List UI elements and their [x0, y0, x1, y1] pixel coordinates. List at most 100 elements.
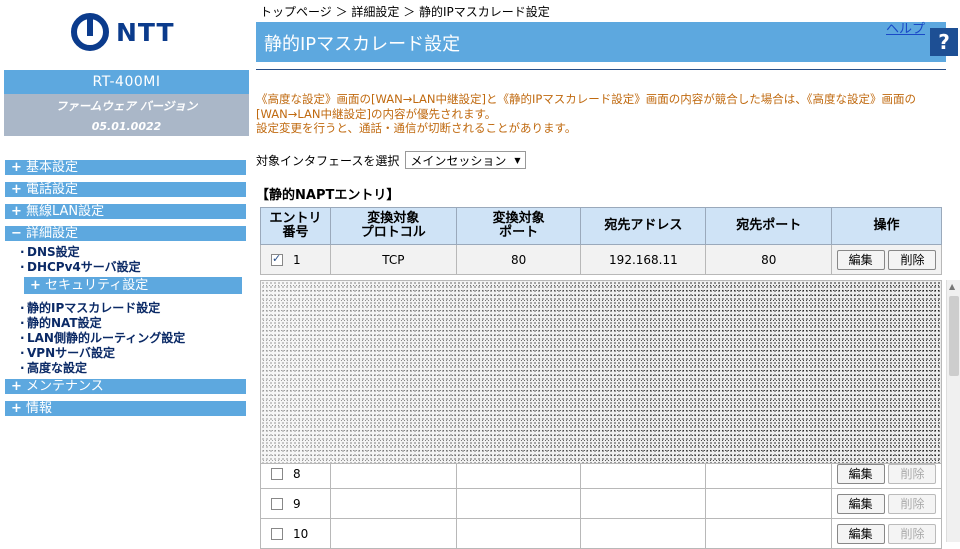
nav-link-static-nat[interactable]: · 静的NAT設定 [20, 316, 102, 330]
nav-info[interactable]: + 情報 [5, 401, 246, 416]
edit-button[interactable]: 編集 [836, 493, 885, 514]
collapse-icon: − [11, 226, 22, 241]
address-cell [580, 488, 707, 519]
dport-cell: 80 [705, 244, 833, 275]
nav-label: 電話設定 [26, 182, 79, 197]
header-entry-number: エントリ 番号 [260, 207, 331, 245]
firmware-info: ファームウェア バージョン 05.01.0022 [4, 94, 249, 136]
entry-checkbox[interactable] [271, 528, 283, 540]
nav-phone-settings[interactable]: + 電話設定 [5, 182, 246, 197]
header-port: 変換対象 ポート [455, 207, 582, 245]
nav-label: 無線LAN設定 [26, 204, 105, 219]
section-title: 【静的NAPTエントリ】 [256, 188, 400, 203]
port-cell [455, 518, 582, 549]
nav-link-label: 高度な設定 [27, 361, 88, 375]
protocol-cell [329, 488, 457, 519]
nav-label: セキュリティ設定 [45, 278, 149, 293]
protocol-cell: TCP [329, 244, 457, 275]
ntt-logo: NTT [70, 12, 175, 52]
notice-line: 設定変更を行うと、通話・通信が切断されることがあります。 [256, 121, 577, 135]
nav-label: メンテナンス [26, 379, 104, 394]
header-destination-address: 宛先アドレス [580, 207, 707, 245]
port-cell [455, 488, 582, 519]
entry-number-cell: 9 [260, 488, 331, 519]
main-content: トップページ ＞ 詳細設定 ＞ 静的IPマスカレード設定 静的IPマスカレード設… [256, 0, 960, 549]
table-row: 9 編集 削除 [260, 488, 942, 519]
entry-checkbox[interactable] [271, 498, 283, 510]
table-row: 1 TCP 80 192.168.11 80 編集 削除 [260, 244, 942, 275]
notice-line: 《高度な設定》画面の[WAN→LAN中継設定]と《静的IPマスカレード設定》画面… [256, 92, 917, 106]
expand-icon: + [11, 204, 22, 219]
notice-line: [WAN→LAN中継設定]の内容が優先されます。 [256, 106, 497, 121]
divider [256, 69, 946, 70]
interface-select[interactable]: メインセッション ▼ [405, 151, 526, 169]
dport-cell [705, 488, 833, 519]
operation-cell: 編集 削除 [831, 488, 942, 519]
expand-icon: + [11, 182, 22, 197]
chevron-down-icon: ▼ [514, 155, 521, 165]
title-bar: 静的IPマスカレード設定 [256, 22, 946, 62]
address-cell: 192.168.11 [580, 244, 707, 275]
entry-number-cell: 1 [260, 244, 331, 275]
vertical-scrollbar[interactable]: ▲ [946, 280, 960, 542]
nav-link-dns[interactable]: · DNS設定 [20, 245, 80, 259]
conflict-notice: 《高度な設定》画面の[WAN→LAN中継設定]と《静的IPマスカレード設定》画面… [256, 92, 946, 136]
breadcrumb: トップページ ＞ 詳細設定 ＞ 静的IPマスカレード設定 [260, 5, 550, 19]
scrollbar-thumb[interactable] [949, 296, 959, 376]
nav-detail-settings[interactable]: − 詳細設定 [5, 226, 246, 241]
entry-checkbox[interactable] [271, 468, 283, 480]
address-cell [580, 518, 707, 549]
page-title: 静的IPマスカレード設定 [264, 34, 461, 55]
device-model: RT-400MI [4, 70, 249, 94]
dport-cell [705, 518, 833, 549]
entry-checkbox[interactable] [271, 252, 283, 266]
header-operation: 操作 [831, 207, 942, 245]
port-cell: 80 [455, 244, 582, 275]
nav-link-static-ip-masquerade[interactable]: · 静的IPマスカレード設定 [20, 301, 160, 315]
firmware-label: ファームウェア バージョン [55, 99, 198, 113]
nav-label: 情報 [26, 401, 53, 416]
nav-label: 詳細設定 [26, 226, 79, 241]
table-row: 10 編集 削除 [260, 518, 942, 549]
header-protocol: 変換対象 プロトコル [329, 207, 457, 245]
interface-selected-value: メインセッション [410, 153, 507, 168]
nav-security-settings[interactable]: + セキュリティ設定 [24, 277, 242, 294]
interface-selector-row: 対象インタフェースを選択 メインセッション ▼ [256, 151, 526, 169]
ntt-logo-icon [71, 13, 109, 51]
nav-basic-settings[interactable]: + 基本設定 [5, 160, 246, 175]
nav-link-label: LAN側静的ルーティング設定 [27, 331, 186, 345]
delete-button-disabled: 削除 [888, 463, 937, 484]
firmware-version: 05.01.0022 [91, 120, 162, 133]
nav-link-label: DNS設定 [27, 245, 80, 259]
sidebar: NTT RT-400MI ファームウェア バージョン 05.01.0022 + 基… [0, 0, 252, 542]
nav-wireless-lan-settings[interactable]: + 無線LAN設定 [5, 204, 246, 219]
edit-button[interactable]: 編集 [836, 463, 885, 484]
header-destination-port: 宛先ポート [705, 207, 833, 245]
nav-link-vpn-server[interactable]: · VPNサーバ設定 [20, 346, 115, 360]
edit-button[interactable]: 編集 [836, 523, 885, 544]
nav-link-label: VPNサーバ設定 [27, 346, 116, 360]
nav-link-label: 静的NAT設定 [27, 316, 102, 330]
scroll-up-icon[interactable]: ▲ [949, 282, 955, 291]
expand-icon: + [11, 160, 22, 175]
nav-link-label: DHCPv4サーバ設定 [27, 260, 141, 274]
protocol-cell [329, 518, 457, 549]
delete-button-disabled: 削除 [888, 523, 937, 544]
help-question-icon[interactable]: ? [930, 28, 958, 56]
nav-maintenance[interactable]: + メンテナンス [5, 379, 246, 394]
nav-link-label: 静的IPマスカレード設定 [27, 301, 161, 315]
expand-icon: + [30, 278, 41, 293]
expand-icon: + [11, 401, 22, 416]
nav-link-dhcpv4[interactable]: · DHCPv4サーバ設定 [20, 260, 141, 274]
logo-wordmark: NTT [116, 17, 175, 47]
entry-number-cell: 10 [260, 518, 331, 549]
delete-button[interactable]: 削除 [888, 249, 937, 270]
delete-button-disabled: 削除 [888, 493, 937, 514]
help-link[interactable]: ヘルプ [886, 18, 925, 37]
operation-cell: 編集 削除 [831, 518, 942, 549]
table-header-row: エントリ 番号 変換対象 プロトコル 変換対象 ポート 宛先アドレス 宛先ポート 操作 [260, 207, 942, 245]
nav-link-lan-static-routing[interactable]: · LAN側静的ルーティング設定 [20, 331, 185, 345]
nav-link-advanced[interactable]: · 高度な設定 [20, 361, 87, 375]
redacted-noise-area [260, 280, 942, 464]
edit-button[interactable]: 編集 [836, 249, 885, 270]
